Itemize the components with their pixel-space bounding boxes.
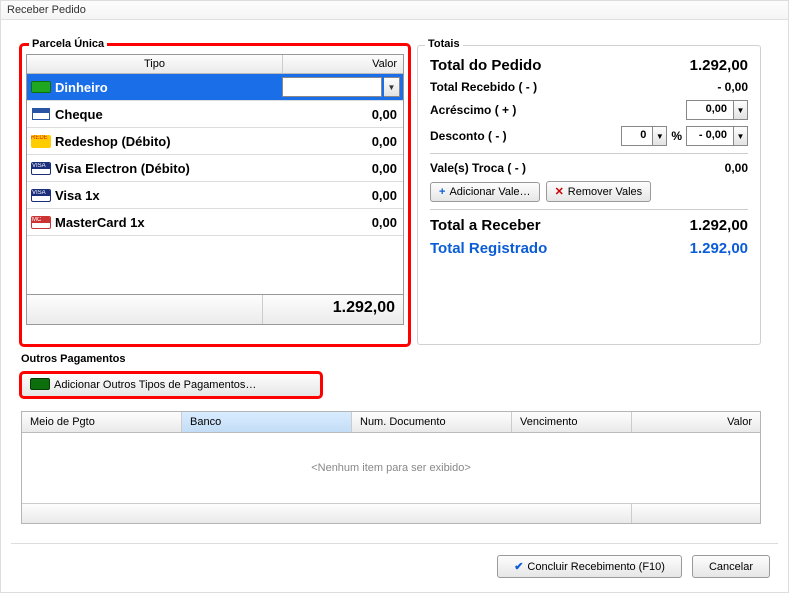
desconto-value-input[interactable]: - 0,00▼: [686, 126, 748, 146]
grid-footer: [22, 503, 760, 523]
outros-pagamentos-grid: Meio de Pgto Banco Num. Documento Vencim…: [21, 411, 761, 524]
payment-value: 0,00: [283, 188, 403, 203]
payment-name: Visa Electron (Débito): [55, 161, 283, 176]
remove-vales-button[interactable]: ✕ Remover Vales: [546, 181, 652, 202]
add-vale-button[interactable]: + Adicionar Vale…: [430, 182, 540, 202]
payment-methods-table: Tipo Valor Dinheiro ▼ Cheque: [26, 54, 404, 325]
col-valor[interactable]: Valor: [283, 55, 403, 73]
col-num-documento[interactable]: Num. Documento: [352, 412, 512, 432]
mastercard-icon: [27, 216, 55, 229]
payment-methods-header: Tipo Valor: [27, 55, 403, 74]
window-title: Receber Pedido: [1, 1, 788, 20]
col-banco[interactable]: Banco: [182, 412, 352, 432]
check-icon: ✔: [514, 560, 523, 573]
payment-name: MasterCard 1x: [55, 215, 283, 230]
desconto-pct-input[interactable]: 0▼: [621, 126, 667, 146]
payment-row-visa-electron[interactable]: Visa Electron (Débito) 0,00: [27, 155, 403, 182]
payment-value: 0,00: [283, 107, 403, 122]
separator: [11, 543, 778, 544]
grid-header: Meio de Pgto Banco Num. Documento Vencim…: [22, 412, 760, 433]
acrescimo-input[interactable]: 0,00▼: [686, 100, 748, 120]
payment-total-row: 1.292,00: [27, 294, 403, 324]
content: Parcela Única Tipo Valor Dinheiro ▼: [1, 23, 788, 592]
desconto-pct-unit: %: [671, 129, 682, 143]
payment-value: 0,00: [283, 134, 403, 149]
col-meio-pgto[interactable]: Meio de Pgto: [22, 412, 182, 432]
outros-pagamentos-legend: Outros Pagamentos: [21, 353, 126, 365]
payment-name: Cheque: [55, 107, 283, 122]
chevron-down-icon[interactable]: ▼: [652, 127, 666, 145]
visa-electron-icon: [27, 162, 55, 175]
chevron-down-icon[interactable]: ▼: [733, 101, 747, 119]
desconto-label: Desconto ( - ): [430, 129, 621, 143]
totais-panel: Totais Total do Pedido 1.292,00 Total Re…: [417, 45, 761, 345]
vales-value: 0,00: [668, 161, 748, 175]
payment-methods-body: Dinheiro ▼ Cheque 0,00 Redeshop (Débi: [27, 74, 403, 294]
payment-row-visa[interactable]: Visa 1x 0,00: [27, 182, 403, 209]
total-recebido-value: - 0,00: [668, 80, 748, 94]
total-recebido-label: Total Recebido ( - ): [430, 80, 668, 94]
payment-row-redeshop[interactable]: Redeshop (Débito) 0,00: [27, 128, 403, 155]
concluir-recebimento-button[interactable]: ✔ Concluir Recebimento (F10): [497, 555, 682, 578]
totais-legend: Totais: [425, 38, 463, 50]
col-tipo[interactable]: Tipo: [27, 55, 283, 73]
payment-total-value: 1.292,00: [263, 295, 403, 324]
acrescimo-label: Acréscimo ( + ): [430, 103, 668, 117]
payment-value: 0,00: [283, 215, 403, 230]
total-pedido-value: 1.292,00: [668, 57, 748, 74]
add-outros-pagamentos-button[interactable]: Adicionar Outros Tipos de Pagamentos…: [21, 373, 321, 397]
total-receber-value: 1.292,00: [668, 217, 748, 234]
parcela-unica-panel: Parcela Única Tipo Valor Dinheiro ▼: [21, 45, 409, 345]
payment-row-cheque[interactable]: Cheque 0,00: [27, 101, 403, 128]
payment-name: Dinheiro: [55, 80, 273, 95]
cheque-icon: [27, 108, 55, 120]
chevron-down-icon[interactable]: ▼: [733, 127, 747, 145]
total-pedido-label: Total do Pedido: [430, 57, 668, 74]
col-valor[interactable]: Valor: [632, 412, 760, 432]
payment-name: Redeshop (Débito): [55, 134, 283, 149]
payment-name: Visa 1x: [55, 188, 283, 203]
cash-icon: [30, 378, 50, 393]
cash-icon: [27, 81, 55, 93]
col-vencimento[interactable]: Vencimento: [512, 412, 632, 432]
grid-empty-message: <Nenhum item para ser exibido>: [22, 433, 760, 503]
total-registrado-label: Total Registrado: [430, 240, 668, 257]
window: Receber Pedido Parcela Única Tipo Valor …: [0, 0, 789, 593]
payment-row-mastercard[interactable]: MasterCard 1x 0,00: [27, 209, 403, 236]
vales-label: Vale(s) Troca ( - ): [430, 161, 668, 175]
total-receber-label: Total a Receber: [430, 217, 668, 234]
payment-row-dinheiro[interactable]: Dinheiro ▼: [27, 74, 403, 101]
plus-icon: +: [439, 186, 445, 198]
cancelar-button[interactable]: Cancelar: [692, 555, 770, 578]
payment-value-input[interactable]: [282, 77, 382, 97]
parcela-unica-legend: Parcela Única: [29, 38, 107, 50]
dropdown-icon[interactable]: ▼: [384, 77, 400, 97]
total-registrado-value: 1.292,00: [668, 240, 748, 257]
visa-icon: [27, 189, 55, 202]
payment-value: 0,00: [283, 161, 403, 176]
redeshop-icon: [27, 135, 55, 148]
x-icon: ✕: [555, 185, 564, 198]
